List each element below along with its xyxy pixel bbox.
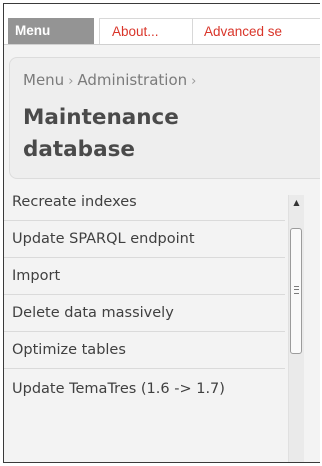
breadcrumb-separator: › xyxy=(68,74,74,89)
page-title: Maintenance database xyxy=(23,105,179,162)
scrollbar-grip-icon xyxy=(294,286,299,294)
tab-about[interactable]: About... xyxy=(99,18,192,44)
breadcrumb-item-administration[interactable]: Administration xyxy=(77,71,187,89)
app-frame: Menu About... Advanced se Menu › Administr… xyxy=(3,3,320,463)
tab-advanced-search[interactable]: Advanced se xyxy=(192,18,320,44)
breadcrumb: Menu › Administration › xyxy=(23,71,200,89)
tab-bar: Menu About... Advanced se xyxy=(4,4,320,45)
maintenance-menu-list: Recreate indexes Update SPARQL endpoint … xyxy=(4,185,301,462)
menu-item-optimize-tables[interactable]: Optimize tables xyxy=(4,332,285,369)
menu-item-import[interactable]: Import xyxy=(4,258,285,295)
page-header: Menu › Administration › Maintenance databas… xyxy=(9,57,320,179)
menu-scrollbar[interactable]: ▲ xyxy=(288,195,304,462)
menu-item-recreate-indexes[interactable]: Recreate indexes xyxy=(4,185,285,221)
tab-menu[interactable]: Menu xyxy=(8,18,94,44)
menu-item-update-tematres[interactable]: Update TemaTres (1.6 -> 1.7) xyxy=(4,369,269,462)
scrollbar-thumb[interactable] xyxy=(290,228,302,354)
scroll-up-arrow-icon[interactable]: ▲ xyxy=(289,195,304,211)
breadcrumb-separator: › xyxy=(191,74,197,89)
menu-item-update-sparql-endpoint[interactable]: Update SPARQL endpoint xyxy=(4,221,285,258)
menu-item-delete-data-massively[interactable]: Delete data massively xyxy=(4,295,285,332)
breadcrumb-item-menu[interactable]: Menu xyxy=(23,71,64,89)
